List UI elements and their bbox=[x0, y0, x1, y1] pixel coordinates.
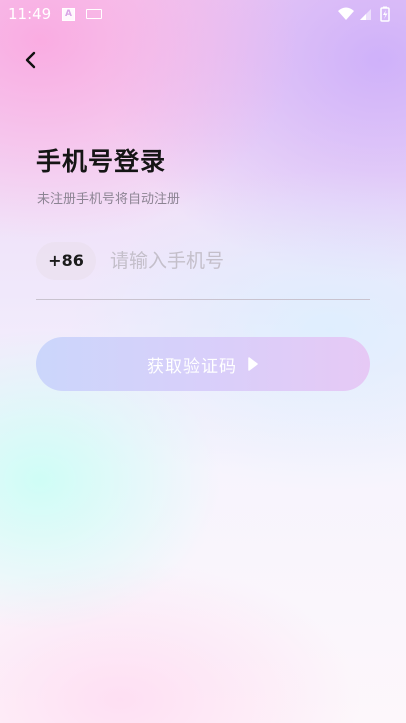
phone-input[interactable] bbox=[108, 242, 370, 280]
app-notification-icon: A bbox=[62, 8, 75, 21]
status-time: 11:49 bbox=[8, 5, 52, 23]
back-button[interactable] bbox=[16, 46, 46, 76]
play-arrow-icon bbox=[248, 357, 258, 371]
keyboard-icon bbox=[86, 9, 102, 19]
battery-icon bbox=[380, 6, 390, 22]
chevron-left-icon bbox=[25, 51, 36, 69]
get-code-label: 获取验证码 bbox=[147, 356, 237, 377]
page-subtitle: 未注册手机号将自动注册 bbox=[37, 192, 181, 207]
country-code-selector[interactable]: +86 bbox=[36, 242, 96, 280]
page-title: 手机号登录 bbox=[36, 147, 167, 176]
signal-icon bbox=[360, 9, 371, 20]
status-bar: 11:49 A bbox=[0, 0, 406, 28]
input-underline bbox=[36, 299, 370, 300]
get-code-button[interactable]: 获取验证码 bbox=[36, 337, 370, 391]
status-right-icons bbox=[338, 6, 390, 22]
wifi-icon bbox=[338, 7, 354, 20]
